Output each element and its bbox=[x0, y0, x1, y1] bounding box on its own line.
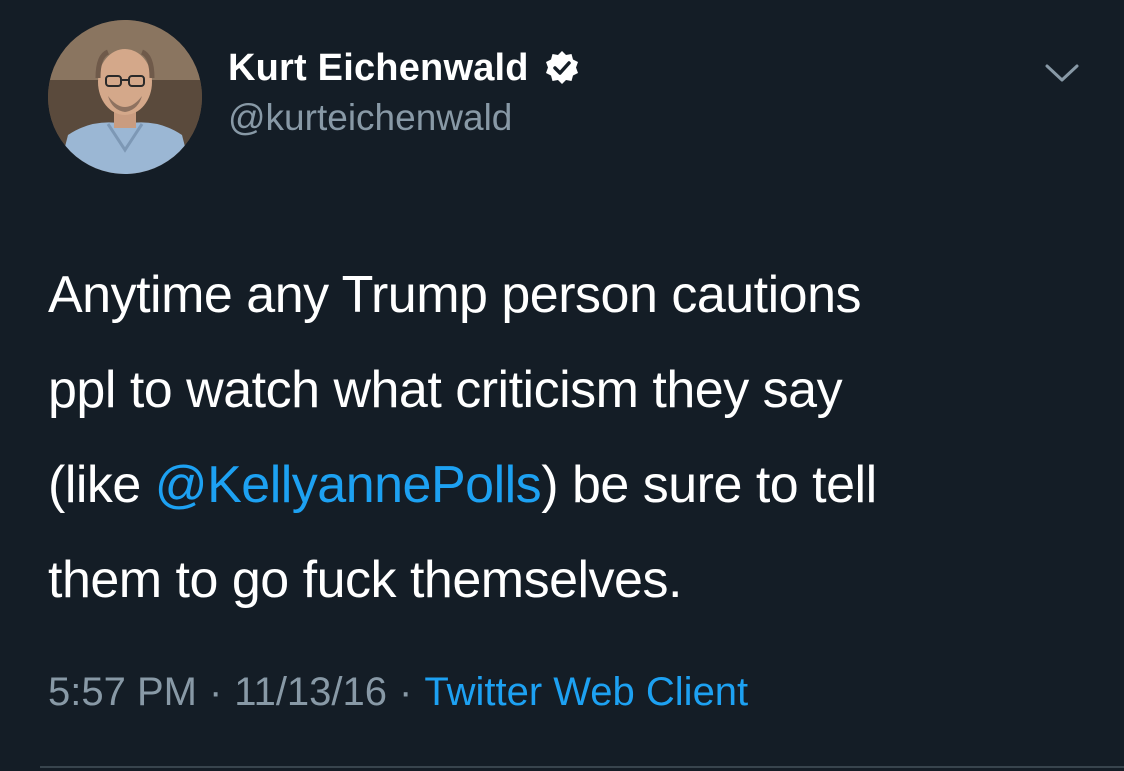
author-name-row[interactable]: Kurt Eichenwald bbox=[228, 44, 581, 92]
tweet-text-segment: (like bbox=[48, 456, 155, 514]
tweet-date[interactable]: 11/13/16 bbox=[234, 670, 387, 715]
tweet-text: Anytime any Trump person cautions ppl to… bbox=[48, 248, 1088, 628]
tweet-line: Anytime any Trump person cautions bbox=[48, 266, 862, 324]
mention-link[interactable]: @KellyannePolls bbox=[155, 456, 542, 514]
tweet-text-segment: ) be sure to tell bbox=[541, 456, 877, 514]
tweet-line: them to go fuck themselves. bbox=[48, 551, 682, 609]
tweet-line: ppl to watch what criticism they say bbox=[48, 361, 843, 419]
tweet-time[interactable]: 5:57 PM bbox=[48, 670, 197, 715]
author-avatar[interactable] bbox=[48, 20, 202, 174]
tweet-source-link[interactable]: Twitter Web Client bbox=[424, 670, 748, 715]
meta-separator: · bbox=[399, 670, 413, 714]
chevron-down-icon[interactable] bbox=[1042, 58, 1082, 88]
meta-separator: · bbox=[208, 670, 223, 714]
tweet-line: (like @KellyannePolls) be sure to tell bbox=[48, 438, 1088, 533]
avatar-photo bbox=[48, 20, 202, 174]
tweet-card: Kurt Eichenwald @kurteichenwald Anytime … bbox=[0, 0, 1124, 771]
verified-badge-icon bbox=[543, 49, 581, 87]
display-name[interactable]: Kurt Eichenwald bbox=[228, 47, 529, 90]
tweet-meta: 5:57 PM · 11/13/16 · Twitter Web Client bbox=[48, 670, 748, 715]
author-handle[interactable]: @kurteichenwald bbox=[228, 97, 512, 139]
divider bbox=[40, 766, 1124, 768]
